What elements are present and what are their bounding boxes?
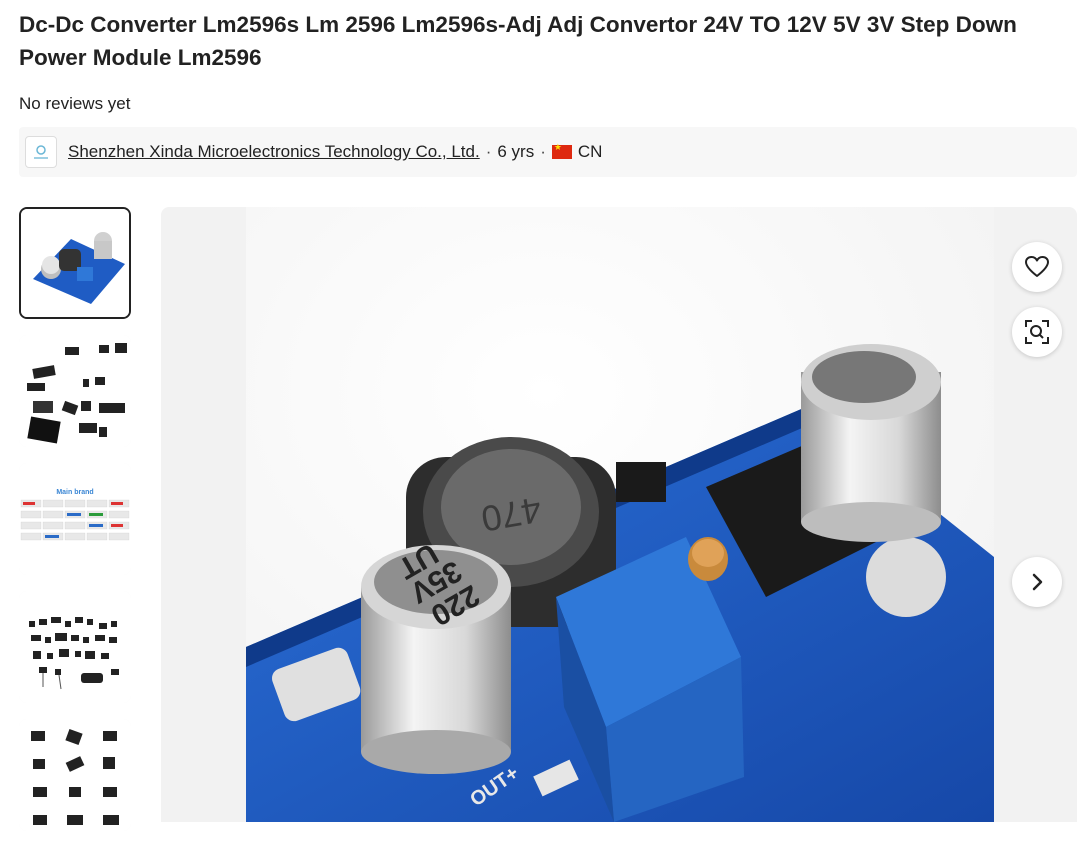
thumbnail-list: Main brand [19,207,131,847]
thumbnail-components[interactable] [19,591,131,703]
supplier-country: CN [577,142,603,161]
review-status: No reviews yet [19,94,131,113]
thumbnail-converter-module[interactable] [19,207,131,319]
supplier-logo[interactable] [25,136,57,168]
image-search-icon [1025,320,1049,344]
supplier-years: 6 yrs [497,142,535,161]
thumbnail-ic-chips[interactable] [19,335,131,447]
supplier-bar: Shenzhen Xinda Microelectronics Technolo… [19,127,1077,177]
thumbnail-ic-chips-grid[interactable] [19,719,131,831]
next-image-button[interactable] [1012,557,1062,607]
heart-icon [1025,256,1049,277]
china-flag-icon [551,142,572,159]
thumbnail-main-brand[interactable]: Main brand [19,463,131,575]
separator: · [540,142,546,161]
supplier-name-link[interactable]: Shenzhen Xinda Microelectronics Technolo… [68,142,480,162]
separator: · [485,142,492,161]
image-search-button[interactable] [1012,307,1062,357]
main-product-image: 470 220 35V UT OUT+ [246,207,994,822]
main-image-viewer[interactable]: 470 220 35V UT OUT+ [161,207,1077,822]
product-title: Dc-Dc Converter Lm2596s Lm 2596 Lm2596s-… [19,12,1017,70]
chevron-right-icon [1032,573,1043,591]
favorite-button[interactable] [1012,242,1062,292]
main-brand-label: Main brand [56,489,93,496]
